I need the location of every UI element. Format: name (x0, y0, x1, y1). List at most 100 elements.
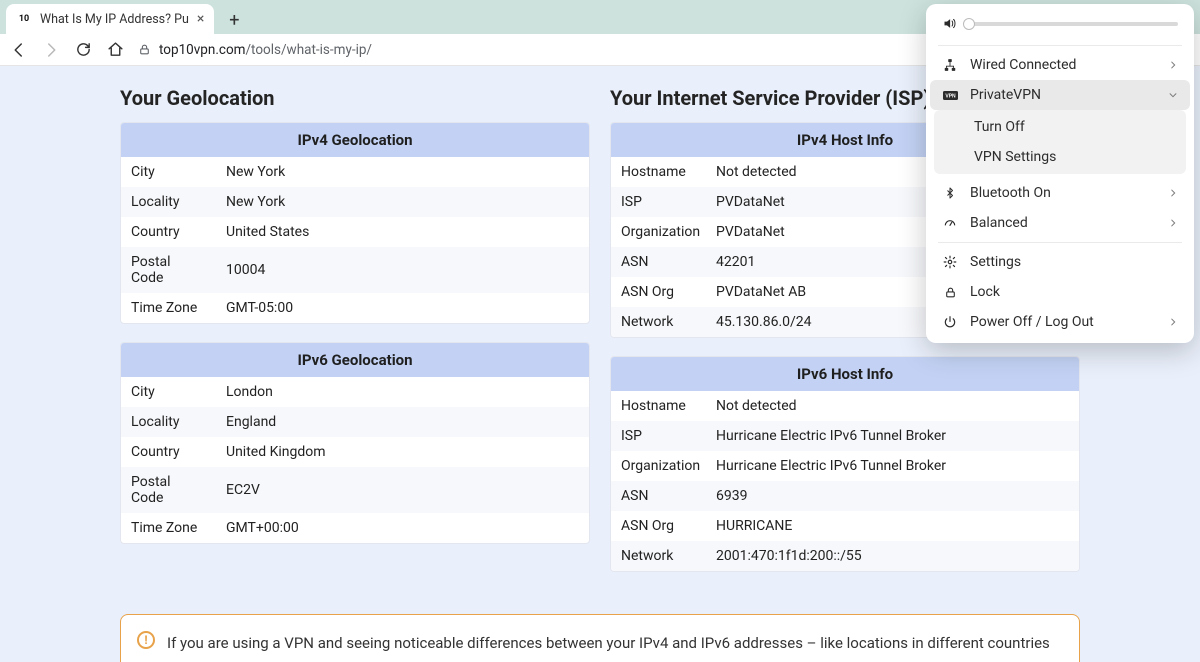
svg-text:VPN: VPN (945, 93, 956, 99)
table-row: ASN OrgHURRICANE (611, 511, 1079, 541)
menu-power-off[interactable]: Power Off / Log Out (930, 307, 1190, 337)
home-button[interactable] (104, 39, 126, 61)
row-key: Country (121, 217, 216, 247)
row-value: England (216, 407, 589, 437)
network-wired-icon (942, 58, 958, 72)
row-key: City (121, 377, 216, 407)
chevron-right-icon (1168, 218, 1178, 228)
row-key: City (121, 157, 216, 187)
volume-icon (942, 16, 957, 31)
browser-window: 10 What Is My IP Address? Pu × + top10vp… (0, 0, 1200, 662)
table-row: CountryUnited Kingdom (121, 437, 589, 467)
table-row: Network2001:470:1f1d:200::/55 (611, 541, 1079, 571)
table-row: ASN6939 (611, 481, 1079, 511)
row-value: EC2V (216, 475, 589, 505)
row-key: ASN Org (611, 277, 706, 307)
menu-label: PrivateVPN (970, 87, 1156, 103)
tab-title: What Is My IP Address? Pu (40, 12, 189, 27)
row-value: 10004 (216, 255, 589, 285)
row-key: ASN (611, 247, 706, 277)
ipv6-host-panel: IPv6 Host Info HostnameNot detectedISPHu… (610, 356, 1080, 572)
row-value: Hurricane Electric IPv6 Tunnel Broker (706, 451, 1079, 481)
menu-vpn[interactable]: VPN PrivateVPN (930, 80, 1190, 110)
row-key: Organization (611, 217, 706, 247)
row-key: Network (611, 541, 706, 571)
heading-geolocation: Your Geolocation (120, 86, 590, 110)
menu-bluetooth[interactable]: Bluetooth On (930, 178, 1190, 208)
row-value: United States (216, 217, 589, 247)
vpn-submenu: Turn Off VPN Settings (934, 110, 1186, 174)
menu-label: Balanced (970, 215, 1156, 231)
row-key: Postal Code (121, 247, 216, 293)
panel-title: IPv4 Geolocation (121, 123, 589, 157)
lock-icon (138, 43, 151, 56)
panel-title: IPv6 Geolocation (121, 343, 589, 377)
row-value: London (216, 377, 589, 407)
chevron-right-icon (1168, 317, 1178, 327)
menu-label: Lock (970, 284, 1178, 300)
menu-power-profile[interactable]: Balanced (930, 208, 1190, 238)
row-key: Network (611, 307, 706, 337)
menu-wired[interactable]: Wired Connected (930, 50, 1190, 80)
row-key: ASN Org (611, 511, 706, 541)
menu-label: Wired Connected (970, 57, 1156, 73)
vpn-icon: VPN (942, 90, 958, 101)
row-key: ISP (611, 187, 706, 217)
row-value: 2001:470:1f1d:200::/55 (706, 541, 1079, 571)
panel-title: IPv6 Host Info (611, 357, 1079, 391)
row-value: Hurricane Electric IPv6 Tunnel Broker (706, 421, 1079, 451)
chevron-right-icon (1168, 60, 1178, 70)
new-tab-button[interactable]: + (220, 6, 248, 34)
gear-icon (942, 255, 958, 269)
menu-label: Settings (970, 254, 1178, 270)
power-icon (942, 315, 958, 329)
chevron-right-icon (1168, 188, 1178, 198)
url-path: /tools/what-is-my-ip/ (245, 42, 372, 58)
row-key: Postal Code (121, 467, 216, 513)
volume-slider[interactable] (967, 22, 1178, 26)
menu-vpn-turn-off[interactable]: Turn Off (934, 112, 1186, 142)
row-key: Time Zone (121, 513, 216, 543)
menu-label: Bluetooth On (970, 185, 1156, 201)
table-row: CountryUnited States (121, 217, 589, 247)
tab-close-button[interactable]: × (197, 12, 204, 26)
row-value: New York (216, 157, 589, 187)
back-button[interactable] (8, 39, 30, 61)
menu-label: Turn Off (974, 119, 1172, 135)
row-key: Country (121, 437, 216, 467)
table-row: HostnameNot detected (611, 391, 1079, 421)
row-key: Locality (121, 407, 216, 437)
row-key: Hostname (611, 391, 706, 421)
reload-button[interactable] (72, 39, 94, 61)
warning-notice: ! If you are using a VPN and seeing noti… (120, 614, 1080, 662)
system-menu: Wired Connected VPN PrivateVPN Turn Off … (926, 4, 1194, 343)
table-row: CityLondon (121, 377, 589, 407)
chevron-down-icon (1168, 90, 1178, 100)
table-row: Time ZoneGMT+00:00 (121, 513, 589, 543)
menu-label: Power Off / Log Out (970, 314, 1156, 330)
geolocation-column: Your Geolocation IPv4 Geolocation CityNe… (120, 86, 590, 590)
table-row: CityNew York (121, 157, 589, 187)
row-key: ASN (611, 481, 706, 511)
row-key: Time Zone (121, 293, 216, 323)
row-value: Not detected (706, 391, 1079, 421)
menu-lock[interactable]: Lock (930, 277, 1190, 307)
ipv4-geolocation-panel: IPv4 Geolocation CityNew YorkLocalityNew… (120, 122, 590, 324)
row-value: HURRICANE (706, 511, 1079, 541)
table-row: Time ZoneGMT-05:00 (121, 293, 589, 323)
table-row: Postal CodeEC2V (121, 467, 589, 513)
row-value: GMT+00:00 (216, 513, 589, 543)
table-row: ISPHurricane Electric IPv6 Tunnel Broker (611, 421, 1079, 451)
row-key: ISP (611, 421, 706, 451)
browser-tab[interactable]: 10 What Is My IP Address? Pu × (6, 4, 214, 34)
menu-vpn-settings[interactable]: VPN Settings (934, 142, 1186, 172)
row-key: Locality (121, 187, 216, 217)
bluetooth-icon (942, 186, 958, 200)
lock-icon (942, 286, 958, 299)
menu-settings[interactable]: Settings (930, 247, 1190, 277)
table-row: OrganizationHurricane Electric IPv6 Tunn… (611, 451, 1079, 481)
url-host: top10vpn.com (159, 42, 245, 58)
row-value: United Kingdom (216, 437, 589, 467)
table-row: LocalityNew York (121, 187, 589, 217)
forward-button[interactable] (40, 39, 62, 61)
